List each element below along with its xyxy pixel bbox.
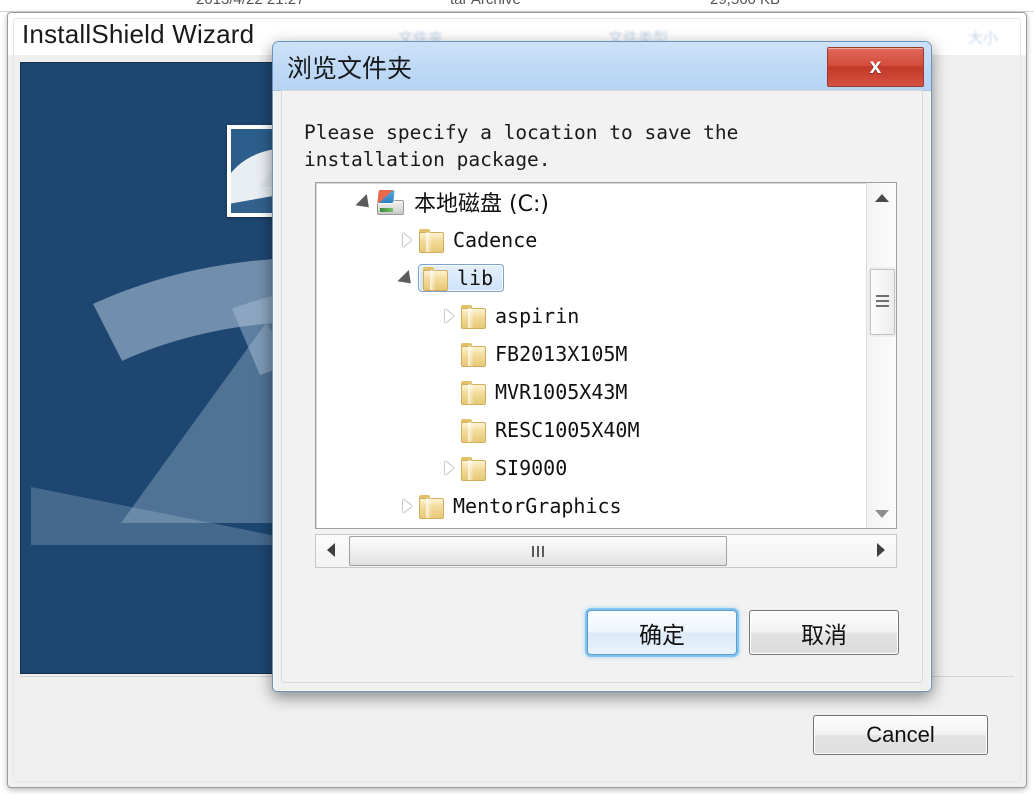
- chevron-right-icon[interactable]: [866, 535, 896, 565]
- cancel-button[interactable]: 取消: [749, 610, 899, 655]
- chevron-left-icon[interactable]: [316, 535, 346, 565]
- tree-item-label: RESC1005X40M: [495, 418, 640, 442]
- chevron-right-icon[interactable]: [396, 525, 418, 528]
- folder-tree-view[interactable]: 本地磁盘 (C:) Cadence lib aspirin FB2013X105M MVR…: [315, 182, 897, 529]
- tree-expander-placeholder: [438, 335, 460, 373]
- tree-item-content: Cadence: [418, 228, 539, 253]
- tree-item-label: 本地磁盘 (C:): [414, 192, 549, 217]
- drive-icon: [376, 189, 404, 215]
- folder-icon: [460, 342, 486, 367]
- chevron-up-icon[interactable]: [867, 183, 896, 212]
- folder-icon: [460, 380, 486, 405]
- tree-item-pads-project[interactable]: PADS Project: [316, 525, 867, 528]
- background-cell-size: 29,560 KB: [710, 0, 780, 8]
- close-icon[interactable]: x: [827, 47, 924, 87]
- chevron-down-icon[interactable]: [354, 183, 376, 221]
- tree-item-content: MVR1005X43M: [460, 380, 629, 405]
- folder-tree-scroll-pane: 本地磁盘 (C:) Cadence lib aspirin FB2013X105M MVR…: [316, 183, 867, 528]
- vertical-scrollbar-thumb[interactable]: [870, 269, 895, 335]
- tree-item-content: aspirin: [460, 304, 581, 329]
- background-cell-type: tar Archive: [450, 0, 521, 8]
- dialog-title: 浏览文件夹: [287, 54, 413, 83]
- tree-item-label: SI9000: [495, 456, 568, 480]
- folder-icon: [460, 304, 486, 329]
- tree-item-label: MVR1005X43M: [495, 380, 628, 404]
- tree-expander-placeholder: [438, 411, 460, 449]
- dialog-body: Please specify a location to save the in…: [281, 90, 923, 683]
- tree-item-content: FB2013X105M: [460, 342, 629, 367]
- chevron-right-icon[interactable]: [438, 449, 460, 487]
- folder-icon: [422, 266, 448, 291]
- tree-item-content: 本地磁盘 (C:): [376, 186, 551, 218]
- browse-for-folder-dialog: 浏览文件夹 x Please specify a location to sav…: [272, 41, 932, 692]
- tree-item-content: RESC1005X40M: [460, 418, 642, 443]
- folder-icon: [460, 418, 486, 443]
- close-icon-glyph: x: [869, 55, 882, 78]
- wizard-cancel-button[interactable]: Cancel: [813, 715, 988, 755]
- chevron-down-icon[interactable]: [867, 499, 896, 528]
- tree-item-content: SI9000: [460, 456, 569, 481]
- tree-item-fb2013x105m[interactable]: FB2013X105M: [316, 335, 867, 373]
- chevron-right-icon[interactable]: [438, 297, 460, 335]
- tree-horizontal-scrollbar[interactable]: [315, 534, 897, 568]
- tree-item-aspirin[interactable]: aspirin: [316, 297, 867, 335]
- tree-item-label: aspirin: [495, 304, 580, 328]
- background-explorer-strip: 2013/4/22 21:27 tar Archive 29,560 KB: [0, 0, 1034, 12]
- tree-item-content: lib: [418, 264, 505, 292]
- tree-item-mentorgraphics[interactable]: MentorGraphics: [316, 487, 867, 525]
- chevron-down-icon[interactable]: [396, 259, 418, 297]
- tree-item-resc1005x40m[interactable]: RESC1005X40M: [316, 411, 867, 449]
- ok-button[interactable]: 确定: [587, 610, 737, 655]
- tree-item-label: lib: [457, 266, 494, 290]
- background-ghost-text-3: 大小: [968, 30, 999, 47]
- tree-item-content: MentorGraphics: [418, 494, 624, 519]
- background-cell-date: 2013/4/22 21:27: [196, 0, 304, 8]
- chevron-right-icon[interactable]: [396, 487, 418, 525]
- tree-item-mvr1005x43m[interactable]: MVR1005X43M: [316, 373, 867, 411]
- tree-item-label: FB2013X105M: [495, 342, 628, 366]
- dialog-prompt-text: Please specify a location to save the in…: [304, 121, 739, 171]
- folder-icon: [460, 456, 486, 481]
- folder-icon: [418, 228, 444, 253]
- tree-item-label: MentorGraphics: [453, 494, 622, 518]
- tree-item-lib[interactable]: lib: [316, 259, 867, 297]
- folder-icon: [418, 494, 444, 519]
- dialog-title-bar[interactable]: 浏览文件夹 x: [273, 42, 931, 91]
- tree-expander-placeholder: [438, 373, 460, 411]
- tree-item-label: Cadence: [453, 228, 538, 252]
- horizontal-scrollbar-thumb[interactable]: [349, 536, 727, 566]
- tree-item-c[interactable]: 本地磁盘 (C:): [316, 183, 867, 221]
- tree-item-si9000[interactable]: SI9000: [316, 449, 867, 487]
- chevron-right-icon[interactable]: [396, 221, 418, 259]
- wizard-title: InstallShield Wizard: [22, 19, 255, 49]
- tree-item-cadence[interactable]: Cadence: [316, 221, 867, 259]
- tree-vertical-scrollbar[interactable]: [866, 183, 896, 528]
